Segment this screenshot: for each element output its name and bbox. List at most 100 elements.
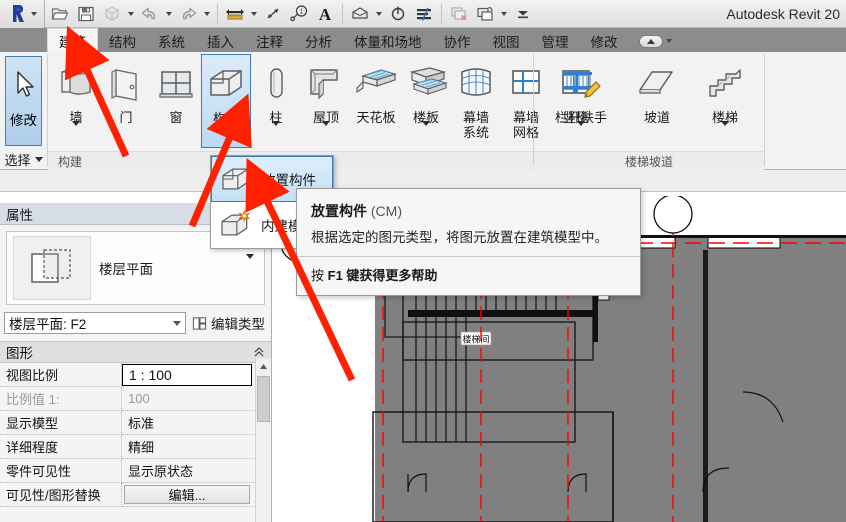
edit-type-button[interactable]: 编辑类型 bbox=[192, 313, 267, 333]
wall-button[interactable]: 墙 bbox=[51, 54, 101, 148]
qat-switch-windows-button[interactable] bbox=[472, 1, 498, 27]
qat-measure-button[interactable] bbox=[222, 1, 248, 27]
qat-close-hidden-windows-button[interactable] bbox=[446, 1, 472, 27]
type-selector-caret[interactable] bbox=[246, 259, 258, 277]
scrollbar-thumb[interactable] bbox=[257, 376, 270, 422]
tab-label: 注释 bbox=[256, 31, 283, 51]
component-dropdown-arrow[interactable] bbox=[222, 127, 230, 145]
qat-export-button[interactable] bbox=[99, 1, 125, 27]
wall-icon bbox=[52, 60, 100, 108]
edit-type-label: 编辑类型 bbox=[211, 313, 265, 333]
component-button[interactable]: 构件 bbox=[201, 54, 251, 148]
property-value-view-scale[interactable]: 1 : 100 bbox=[122, 364, 252, 386]
scroll-up-arrow-icon[interactable] bbox=[256, 358, 271, 374]
table-row[interactable]: 比例值 1: 100 bbox=[0, 387, 254, 411]
edit-visibility-graphics-button[interactable]: 编辑... bbox=[124, 485, 250, 504]
roof-dropdown-arrow[interactable] bbox=[322, 126, 330, 144]
column-button[interactable]: 柱 bbox=[251, 54, 301, 148]
stairs-button[interactable]: 楼梯 bbox=[696, 54, 754, 148]
tab-modify[interactable]: 修改 bbox=[580, 30, 629, 52]
roof-button[interactable]: 屋顶 bbox=[301, 54, 351, 148]
tab-collaborate[interactable]: 协作 bbox=[433, 30, 482, 52]
instance-combobox[interactable]: 楼层平面: F2 bbox=[4, 312, 186, 334]
property-key: 显示模型 bbox=[0, 411, 122, 435]
window-button[interactable]: 窗 bbox=[151, 54, 201, 148]
revit-r-logo-icon bbox=[8, 3, 30, 25]
qat-text-button[interactable]: A bbox=[312, 1, 338, 27]
qat-tag-button[interactable]: 1 bbox=[286, 1, 312, 27]
menu-item-label: 放置构件 bbox=[262, 169, 316, 189]
qat-undo-button[interactable] bbox=[137, 1, 163, 27]
qat-3d-dropdown[interactable] bbox=[373, 1, 385, 27]
qat-switch-windows-dropdown[interactable] bbox=[498, 1, 510, 27]
property-value-display-model[interactable]: 标准 bbox=[122, 411, 254, 435]
floor-slab-button[interactable]: 楼板 bbox=[401, 54, 451, 148]
ceiling-button-label: 天花板 bbox=[356, 110, 395, 125]
tooltip-description: 根据选定的图元类型，将图元放置在建筑模型中。 bbox=[297, 221, 640, 247]
property-value-detail-level[interactable]: 精细 bbox=[122, 435, 254, 459]
application-menu-caret-icon bbox=[31, 12, 37, 16]
tab-bar-left-gap bbox=[0, 28, 47, 52]
table-row[interactable]: 显示模型 标准 bbox=[0, 411, 254, 435]
application-menu-button[interactable] bbox=[0, 0, 45, 28]
table-row[interactable]: 零件可见性 显示原状态 bbox=[0, 459, 254, 483]
railing-button[interactable]: 栏杆扶手 bbox=[544, 54, 618, 148]
title-bar: 1 A bbox=[0, 0, 846, 28]
qat-open-button[interactable] bbox=[47, 1, 73, 27]
tab-analyze[interactable]: 分析 bbox=[294, 30, 343, 52]
instance-selector-row: 楼层平面: F2 编辑类型 bbox=[4, 311, 267, 335]
grid-bubble-4[interactable] bbox=[654, 195, 692, 233]
modify-button[interactable]: 修改 bbox=[5, 56, 42, 146]
qat-redo-button[interactable] bbox=[175, 1, 201, 27]
default-3d-view-icon bbox=[350, 5, 370, 23]
wall-dropdown-arrow[interactable] bbox=[72, 126, 80, 144]
ramp-button[interactable]: 坡道 bbox=[628, 54, 686, 148]
caret-down-icon[interactable] bbox=[35, 157, 43, 162]
ribbon-minimize-control[interactable] bbox=[639, 30, 672, 52]
floor-slab-dropdown-arrow[interactable] bbox=[422, 126, 430, 144]
qat-export-dropdown[interactable] bbox=[125, 1, 137, 27]
table-row[interactable]: 可见性/图形替换 编辑... bbox=[0, 483, 254, 507]
tab-insert[interactable]: 插入 bbox=[196, 30, 245, 52]
save-floppy-icon bbox=[77, 5, 95, 23]
ceiling-button[interactable]: 天花板 bbox=[351, 54, 401, 148]
qat-default-3d-view-button[interactable] bbox=[347, 1, 373, 27]
property-value-parts-visibility[interactable]: 显示原状态 bbox=[122, 459, 254, 483]
revit-application-window: 1 A bbox=[0, 0, 846, 522]
tab-systems[interactable]: 系统 bbox=[147, 30, 196, 52]
qat-aligned-dimension-button[interactable] bbox=[260, 1, 286, 27]
tooltip-help-hint: 按 F1 键获得更多帮助 bbox=[297, 257, 640, 284]
curtain-system-button[interactable]: 幕墙 系统 bbox=[451, 54, 501, 148]
properties-group-graphics[interactable]: 图形 bbox=[0, 341, 271, 363]
room-tag[interactable]: 楼梯间 bbox=[461, 332, 491, 346]
table-row[interactable]: 视图比例 1 : 100 bbox=[0, 363, 254, 387]
door-button[interactable]: 门 bbox=[101, 54, 151, 148]
tab-massing-site[interactable]: 体量和场地 bbox=[343, 30, 433, 52]
qat-redo-dropdown[interactable] bbox=[201, 1, 213, 27]
qat-save-button[interactable] bbox=[73, 1, 99, 27]
table-row[interactable]: 详细程度 精细 bbox=[0, 435, 254, 459]
qat-undo-dropdown[interactable] bbox=[163, 1, 175, 27]
tab-annotate[interactable]: 注释 bbox=[245, 30, 294, 52]
properties-scrollbar[interactable] bbox=[255, 358, 270, 522]
tab-architecture[interactable]: 建筑 bbox=[47, 28, 98, 52]
chevron-down-icon bbox=[376, 12, 382, 16]
quick-access-toolbar: 1 A bbox=[45, 0, 538, 28]
ribbon-minimize-icon bbox=[639, 35, 663, 48]
tab-view[interactable]: 视图 bbox=[482, 30, 531, 52]
collapse-chevrons-icon[interactable] bbox=[253, 346, 265, 358]
tab-manage[interactable]: 管理 bbox=[531, 30, 580, 52]
qat-measure-dropdown[interactable] bbox=[248, 1, 260, 27]
ramp-icon bbox=[634, 60, 680, 108]
tab-structure[interactable]: 结构 bbox=[98, 30, 147, 52]
tooltip-shortcut: (CM) bbox=[371, 203, 402, 219]
qat-section-button[interactable] bbox=[385, 1, 411, 27]
property-value-vg-overrides: 编辑... bbox=[122, 483, 254, 507]
railing-dropdown-arrow[interactable] bbox=[577, 126, 585, 144]
floor-slab-icon bbox=[402, 60, 450, 108]
column-dropdown-arrow[interactable] bbox=[272, 126, 280, 144]
qat-customize-button[interactable] bbox=[510, 1, 536, 27]
qat-thin-lines-button[interactable] bbox=[411, 1, 437, 27]
stairs-dropdown-arrow[interactable] bbox=[721, 126, 729, 144]
switch-windows-icon bbox=[475, 5, 495, 23]
